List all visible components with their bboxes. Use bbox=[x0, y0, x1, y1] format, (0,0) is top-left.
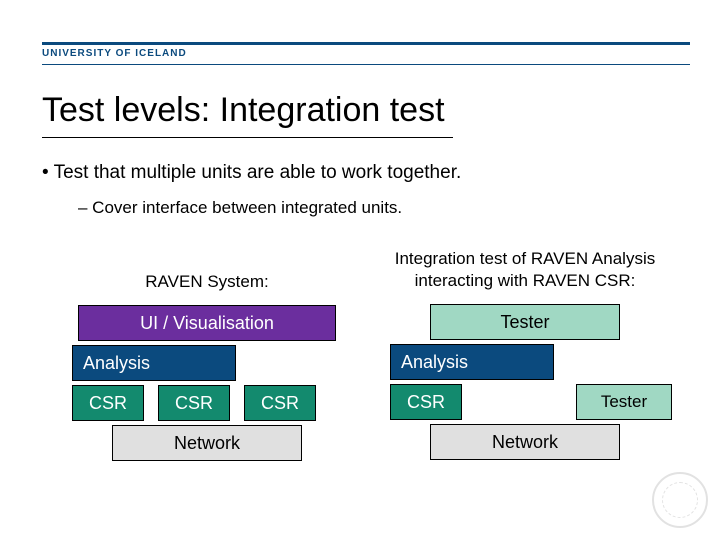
university-seal-icon bbox=[652, 472, 708, 528]
bullet-sub: – Cover interface between integrated uni… bbox=[78, 198, 402, 218]
slide-header: UNIVERSITY OF ICELAND bbox=[0, 0, 720, 80]
box-csr-2: CSR bbox=[158, 385, 230, 421]
box-csr-3: CSR bbox=[244, 385, 316, 421]
box-network-left: Network bbox=[112, 425, 302, 461]
box-csr-1: CSR bbox=[72, 385, 144, 421]
box-analysis-left: Analysis bbox=[72, 345, 236, 381]
slide-title: Test levels: Integration test bbox=[42, 90, 453, 138]
diagram-column-right: Integration test of RAVEN Analysis inter… bbox=[380, 248, 670, 484]
box-analysis-right: Analysis bbox=[390, 344, 554, 380]
integration-test-stack: Tester Analysis CSR Tester Network bbox=[390, 304, 660, 484]
university-name: UNIVERSITY OF ICELAND bbox=[42, 48, 187, 59]
left-diagram-heading: RAVEN System: bbox=[72, 271, 342, 293]
box-tester-top: Tester bbox=[430, 304, 620, 340]
header-rule-thin bbox=[42, 64, 690, 65]
raven-system-stack: UI / Visualisation Analysis CSR CSR CSR … bbox=[72, 305, 342, 485]
diagram-column-left: RAVEN System: UI / Visualisation Analysi… bbox=[72, 255, 342, 485]
box-tester-side: Tester bbox=[576, 384, 672, 420]
box-ui-visualisation: UI / Visualisation bbox=[78, 305, 336, 341]
bullet-main: • Test that multiple units are able to w… bbox=[42, 162, 461, 184]
header-rule-thick bbox=[42, 42, 690, 45]
box-network-right: Network bbox=[430, 424, 620, 460]
box-csr-right: CSR bbox=[390, 384, 462, 420]
right-diagram-heading: Integration test of RAVEN Analysis inter… bbox=[380, 248, 670, 292]
